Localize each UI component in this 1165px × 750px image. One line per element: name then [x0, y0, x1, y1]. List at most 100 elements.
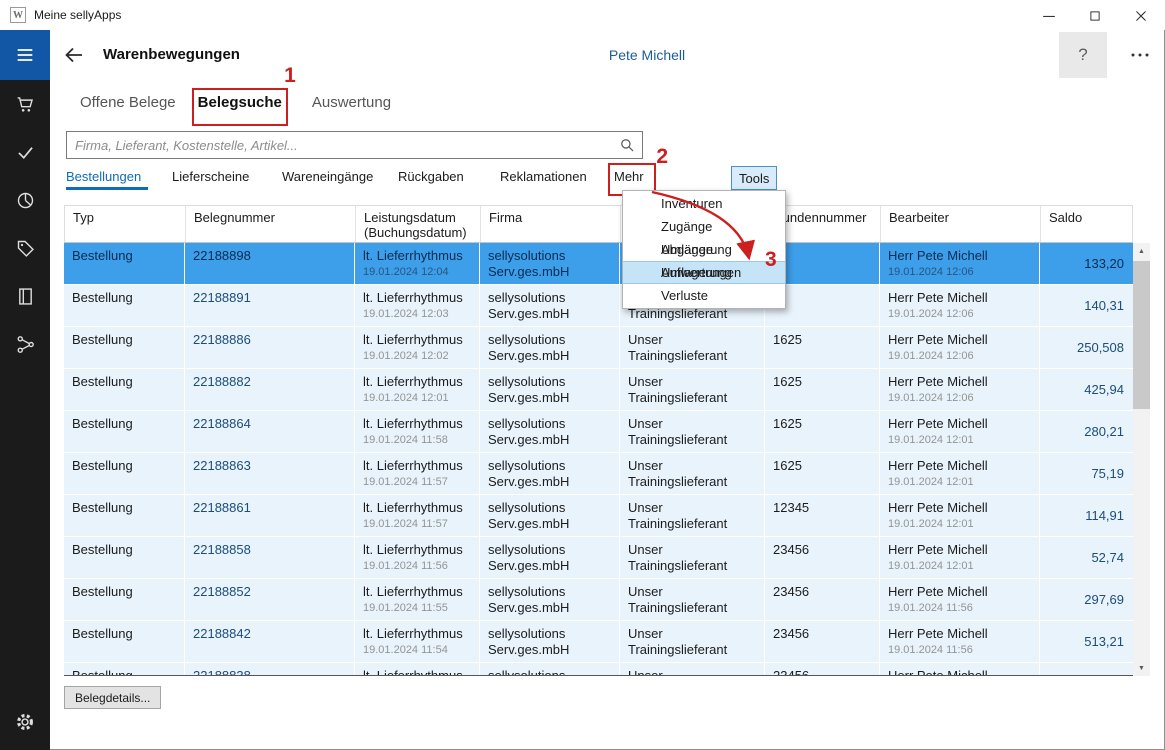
pie-chart-icon[interactable] [0, 176, 50, 224]
cell-firma: sellysolutionsServ.ges.mbH [480, 243, 620, 284]
annotation-step-1: 1 [284, 64, 296, 88]
scroll-down-icon[interactable]: ▼ [1133, 660, 1150, 676]
cell-belegnummer: 22188864 [185, 411, 355, 452]
cell-firma: sellysolutionsServ.ges.mbH [480, 327, 620, 368]
cell-belegnummer: 22188886 [185, 327, 355, 368]
shopping-cart-icon[interactable] [0, 80, 50, 128]
cell-firma: sellysolutionsServ.ges.mbH [480, 579, 620, 620]
cell-kundennummer: 23456 [765, 537, 880, 578]
search-icon[interactable] [618, 136, 636, 154]
cell-bearbeiter: Herr Pete Michell19.01.2024 12:01 [880, 411, 1040, 452]
cell-bearbeiter: Herr Pete Michell19.01.2024 12:06 [880, 243, 1040, 284]
column-header-leistungsdatum[interactable]: Leistungsdatum(Buchungsdatum) [356, 206, 481, 242]
menu-item-verluste[interactable]: Verluste [623, 284, 785, 307]
table-row[interactable]: Bestellung 22188852 lt. Lieferrhythmus19… [64, 579, 1133, 621]
cell-lieferant: UnserTrainingslieferant [620, 369, 765, 410]
cell-saldo: 297,69 [1040, 579, 1133, 620]
cell-typ: Bestellung [64, 663, 185, 676]
cell-typ: Bestellung [64, 327, 185, 368]
price-tag-icon[interactable] [0, 224, 50, 272]
cell-kundennummer: 23456 [765, 579, 880, 620]
back-arrow-icon[interactable] [62, 43, 88, 67]
table-row[interactable]: Bestellung 22188858 lt. Lieferrhythmus19… [64, 537, 1133, 579]
cell-leistungsdatum: lt. Lieferrhythmus19.01.2024 11:56 [355, 537, 480, 578]
table-row[interactable]: Bestellung 22188863 lt. Lieferrhythmus19… [64, 453, 1133, 495]
menu-item-abgänge-umlagerung[interactable]: Abgänge Umlagerung [623, 238, 785, 261]
menu-item-inventuren[interactable]: Inventuren [623, 192, 785, 215]
cell-typ: Bestellung [64, 369, 185, 410]
table-row[interactable]: Bestellung 22188891 lt. Lieferrhythmus19… [64, 285, 1133, 327]
cell-bearbeiter: Herr Pete Michell [880, 663, 1040, 676]
page-title: Warenbewegungen [103, 46, 240, 63]
checkmark-icon[interactable] [0, 128, 50, 176]
cell-leistungsdatum: lt. Lieferrhythmus [355, 663, 480, 676]
gear-icon[interactable] [0, 700, 50, 744]
table-row[interactable]: Bestellung 22188898 lt. Lieferrhythmus19… [64, 243, 1133, 285]
filter-tab-lieferscheine[interactable]: Lieferscheine [172, 169, 258, 190]
minimize-icon[interactable] [1026, 1, 1072, 30]
cell-lieferant: UnserTrainingslieferant [620, 327, 765, 368]
filter-tab-bestellungen[interactable]: Bestellungen [66, 169, 148, 190]
table-row[interactable]: Bestellung 22188886 lt. Lieferrhythmus19… [64, 327, 1133, 369]
tab-offene-belege[interactable]: Offene Belege [80, 94, 176, 120]
filter-tab-mehr[interactable]: Mehr2 [614, 169, 650, 190]
menu-item-zugänge-umlagerung[interactable]: Zugänge Umlagerung [623, 215, 785, 238]
cell-firma: sellysolutionsServ.ges.mbH [480, 453, 620, 494]
ellipsis-icon[interactable] [1123, 44, 1157, 66]
filter-tab-reklamationen[interactable]: Reklamationen [500, 169, 590, 190]
app-window: W Meine sellyApps Warenbewegungen Pete M… [0, 0, 1165, 750]
tab-auswertung[interactable]: Auswertung [312, 94, 391, 120]
cell-lieferant: UnserTrainingslieferant [620, 621, 765, 662]
cell-saldo: 75,19 [1040, 453, 1133, 494]
cell-firma: sellysolutionsServ.ges.mbH [480, 369, 620, 410]
help-button[interactable]: ? [1059, 32, 1107, 78]
cell-firma: sellysolutions [480, 663, 620, 676]
filter-tab-wareneingänge[interactable]: Wareneingänge [282, 169, 374, 190]
vertical-scrollbar[interactable]: ▲ ▼ [1133, 243, 1150, 676]
scrollbar-thumb[interactable] [1133, 261, 1150, 409]
table-row[interactable]: Bestellung 22188842 lt. Lieferrhythmus19… [64, 621, 1133, 663]
cell-kundennummer: 1625 [765, 327, 880, 368]
cell-saldo: 280,21 [1040, 411, 1133, 452]
cell-leistungsdatum: lt. Lieferrhythmus19.01.2024 12:01 [355, 369, 480, 410]
journal-icon[interactable] [0, 272, 50, 320]
search-input[interactable] [66, 131, 643, 159]
tab-belegsuche[interactable]: Belegsuche1 [198, 94, 282, 120]
cell-lieferant: UnserTrainingslieferant [620, 453, 765, 494]
table-row[interactable]: Bestellung 22188864 lt. Lieferrhythmus19… [64, 411, 1133, 453]
menu-item-aufwertungen[interactable]: Aufwertungen [623, 261, 785, 284]
cell-typ: Bestellung [64, 453, 185, 494]
cell-belegnummer: 22188863 [185, 453, 355, 494]
hamburger-menu-icon[interactable] [0, 30, 50, 80]
cell-bearbeiter: Herr Pete Michell19.01.2024 12:06 [880, 285, 1040, 326]
filter-tab-rückgaben[interactable]: Rückgaben [398, 169, 462, 190]
cell-typ: Bestellung [64, 537, 185, 578]
cell-bearbeiter: Herr Pete Michell19.01.2024 12:01 [880, 453, 1040, 494]
cell-leistungsdatum: lt. Lieferrhythmus19.01.2024 11:57 [355, 453, 480, 494]
tools-button[interactable]: Tools [731, 166, 777, 190]
cell-leistungsdatum: lt. Lieferrhythmus19.01.2024 12:03 [355, 285, 480, 326]
cell-kundennummer: 1625 [765, 369, 880, 410]
table-row[interactable]: Bestellung 22188861 lt. Lieferrhythmus19… [64, 495, 1133, 537]
window-title: Meine sellyApps [34, 8, 121, 22]
cell-lieferant: UnserTrainingslieferant [620, 411, 765, 452]
close-icon[interactable] [1118, 1, 1164, 30]
table-row[interactable]: Bestellung 22188882 lt. Lieferrhythmus19… [64, 369, 1133, 411]
column-header-bearbeiter[interactable]: Bearbeiter [881, 206, 1041, 242]
network-icon[interactable] [0, 320, 50, 368]
cell-lieferant: UnserTrainingslieferant [620, 537, 765, 578]
cell-kundennummer: 1625 [765, 411, 880, 452]
user-name[interactable]: Pete Michell [547, 47, 747, 63]
column-header-saldo[interactable]: Saldo [1041, 206, 1134, 242]
cell-kundennummer: 1625 [765, 453, 880, 494]
scroll-up-icon[interactable]: ▲ [1133, 243, 1150, 259]
column-header-typ[interactable]: Typ [65, 206, 186, 242]
cell-leistungsdatum: lt. Lieferrhythmus19.01.2024 12:02 [355, 327, 480, 368]
cell-belegnummer: 22188838 [185, 663, 355, 676]
belegdetails-button[interactable]: Belegdetails... [64, 686, 161, 709]
table-row[interactable]: Bestellung 22188838 lt. Lieferrhythmus s… [64, 663, 1133, 676]
column-header-belegnummer[interactable]: Belegnummer [186, 206, 356, 242]
column-header-firma[interactable]: Firma [481, 206, 621, 242]
cell-saldo: 513,21 [1040, 621, 1133, 662]
maximize-icon[interactable] [1072, 1, 1118, 30]
